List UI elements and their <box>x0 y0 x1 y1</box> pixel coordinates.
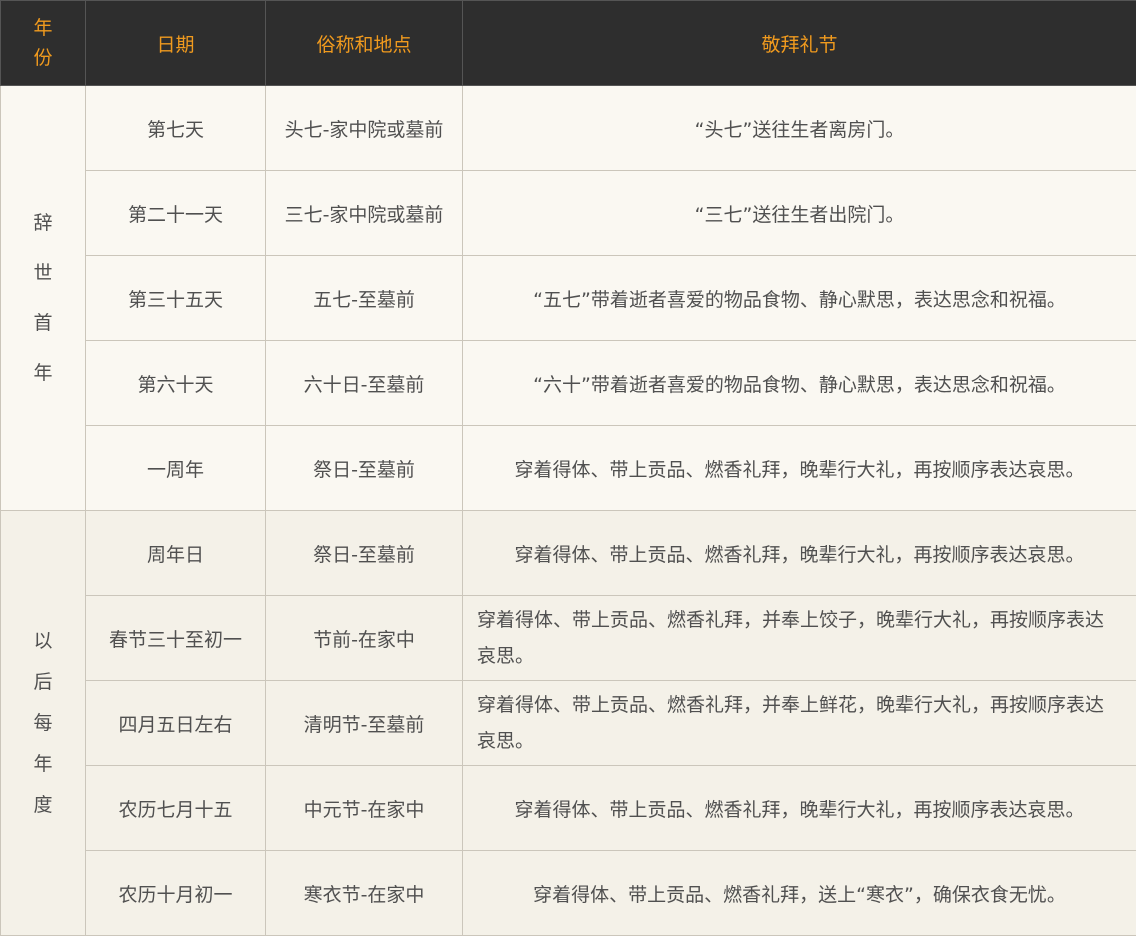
table-row: 以 后 每 年 度 周年日 祭日-至墓前 穿着得体、带上贡品、燃香礼拜，晚辈行大… <box>0 510 1136 936</box>
place-cell: 头七-家中院或墓前 <box>265 85 463 171</box>
place-cell: 五七-至墓前 <box>265 255 463 341</box>
ritual-cell: “三七”送往生者出院门。 <box>462 170 1136 256</box>
ritual-cell: “五七”带着逝者喜爱的物品食物、静心默思，表达思念和祝福。 <box>462 255 1136 341</box>
ritual-cell: 穿着得体、带上贡品、燃香礼拜，晚辈行大礼，再按顺序表达哀思。 <box>462 510 1136 596</box>
date-cell: 农历七月十五 <box>85 765 266 851</box>
place-cell: 六十日-至墓前 <box>265 340 463 426</box>
table-row: 一周年 祭日-至墓前 穿着得体、带上贡品、燃香礼拜，晚辈行大礼，再按顺序表达哀思… <box>1 425 1136 511</box>
ritual-cell: 穿着得体、带上贡品、燃香礼拜，晚辈行大礼，再按顺序表达哀思。 <box>462 765 1136 851</box>
group-label-char: 后 <box>33 670 53 693</box>
group-label-char: 年 <box>33 752 53 775</box>
table-row: 辞 世 首 年 第七天 头七-家中院或墓前 “头七”送往生者离房门。 <box>0 85 1136 511</box>
ritual-cell: 穿着得体、带上贡品、燃香礼拜，并奉上饺子，晚辈行大礼，再按顺序表达哀思。 <box>462 595 1136 681</box>
place-cell: 清明节-至墓前 <box>265 680 463 766</box>
table-row: 农历七月十五 中元节-在家中 穿着得体、带上贡品、燃香礼拜，晚辈行大礼，再按顺序… <box>1 765 1136 851</box>
date-cell: 第七天 <box>85 85 266 171</box>
place-cell: 中元节-在家中 <box>265 765 463 851</box>
place-cell: 祭日-至墓前 <box>265 510 463 596</box>
table-row: 第三十五天 五七-至墓前 “五七”带着逝者喜爱的物品食物、静心默思，表达思念和祝… <box>1 255 1136 341</box>
header-name-place: 俗称和地点 <box>265 0 463 86</box>
place-cell: 三七-家中院或墓前 <box>265 170 463 256</box>
ritual-cell: 穿着得体、带上贡品、燃香礼拜，晚辈行大礼，再按顺序表达哀思。 <box>462 425 1136 511</box>
header-year-char: 份 <box>33 47 53 69</box>
group-label-yearly: 以 后 每 年 度 <box>0 510 86 936</box>
header-date: 日期 <box>85 0 266 86</box>
date-cell: 春节三十至初一 <box>85 595 266 681</box>
place-cell: 祭日-至墓前 <box>265 425 463 511</box>
table-row: 农历十月初一 寒衣节-在家中 穿着得体、带上贡品、燃香礼拜，送上“寒衣”，确保衣… <box>1 850 1136 936</box>
group-label-char: 辞 <box>33 211 53 234</box>
header-row: 年 份 日期 俗称和地点 敬拜礼节 <box>0 0 1136 86</box>
date-cell: 周年日 <box>85 510 266 596</box>
group-label-char: 每 <box>33 711 53 734</box>
group-label-char: 以 <box>33 629 53 652</box>
date-cell: 第二十一天 <box>85 170 266 256</box>
group-label-char: 首 <box>33 311 53 334</box>
header-year: 年 份 <box>0 0 86 86</box>
header-ritual: 敬拜礼节 <box>462 0 1136 86</box>
group-label-char: 世 <box>33 261 53 284</box>
group-label-char: 年 <box>33 361 53 384</box>
date-cell: 一周年 <box>85 425 266 511</box>
table-row: 春节三十至初一 节前-在家中 穿着得体、带上贡品、燃香礼拜，并奉上饺子，晚辈行大… <box>1 595 1136 681</box>
ritual-cell: 穿着得体、带上贡品、燃香礼拜，并奉上鲜花，晚辈行大礼，再按顺序表达哀思。 <box>462 680 1136 766</box>
date-cell: 四月五日左右 <box>85 680 266 766</box>
place-cell: 寒衣节-在家中 <box>265 850 463 936</box>
ritual-cell: “六十”带着逝者喜爱的物品食物、静心默思，表达思念和祝福。 <box>462 340 1136 426</box>
group-label-first-year: 辞 世 首 年 <box>0 85 86 511</box>
table-row: 四月五日左右 清明节-至墓前 穿着得体、带上贡品、燃香礼拜，并奉上鲜花，晚辈行大… <box>1 680 1136 766</box>
date-cell: 第三十五天 <box>85 255 266 341</box>
table-row: 第二十一天 三七-家中院或墓前 “三七”送往生者出院门。 <box>1 170 1136 256</box>
group-label-char: 度 <box>33 793 53 816</box>
date-cell: 第六十天 <box>85 340 266 426</box>
table-row: 第六十天 六十日-至墓前 “六十”带着逝者喜爱的物品食物、静心默思，表达思念和祝… <box>1 340 1136 426</box>
ritual-cell: 穿着得体、带上贡品、燃香礼拜，送上“寒衣”，确保衣食无忧。 <box>462 850 1136 936</box>
ritual-cell: “头七”送往生者离房门。 <box>462 85 1136 171</box>
header-year-char: 年 <box>33 17 53 39</box>
place-cell: 节前-在家中 <box>265 595 463 681</box>
memorial-ritual-table: 年 份 日期 俗称和地点 敬拜礼节 辞 世 首 年 第七天 头七-家中院或墓前 … <box>0 0 1136 936</box>
date-cell: 农历十月初一 <box>85 850 266 936</box>
